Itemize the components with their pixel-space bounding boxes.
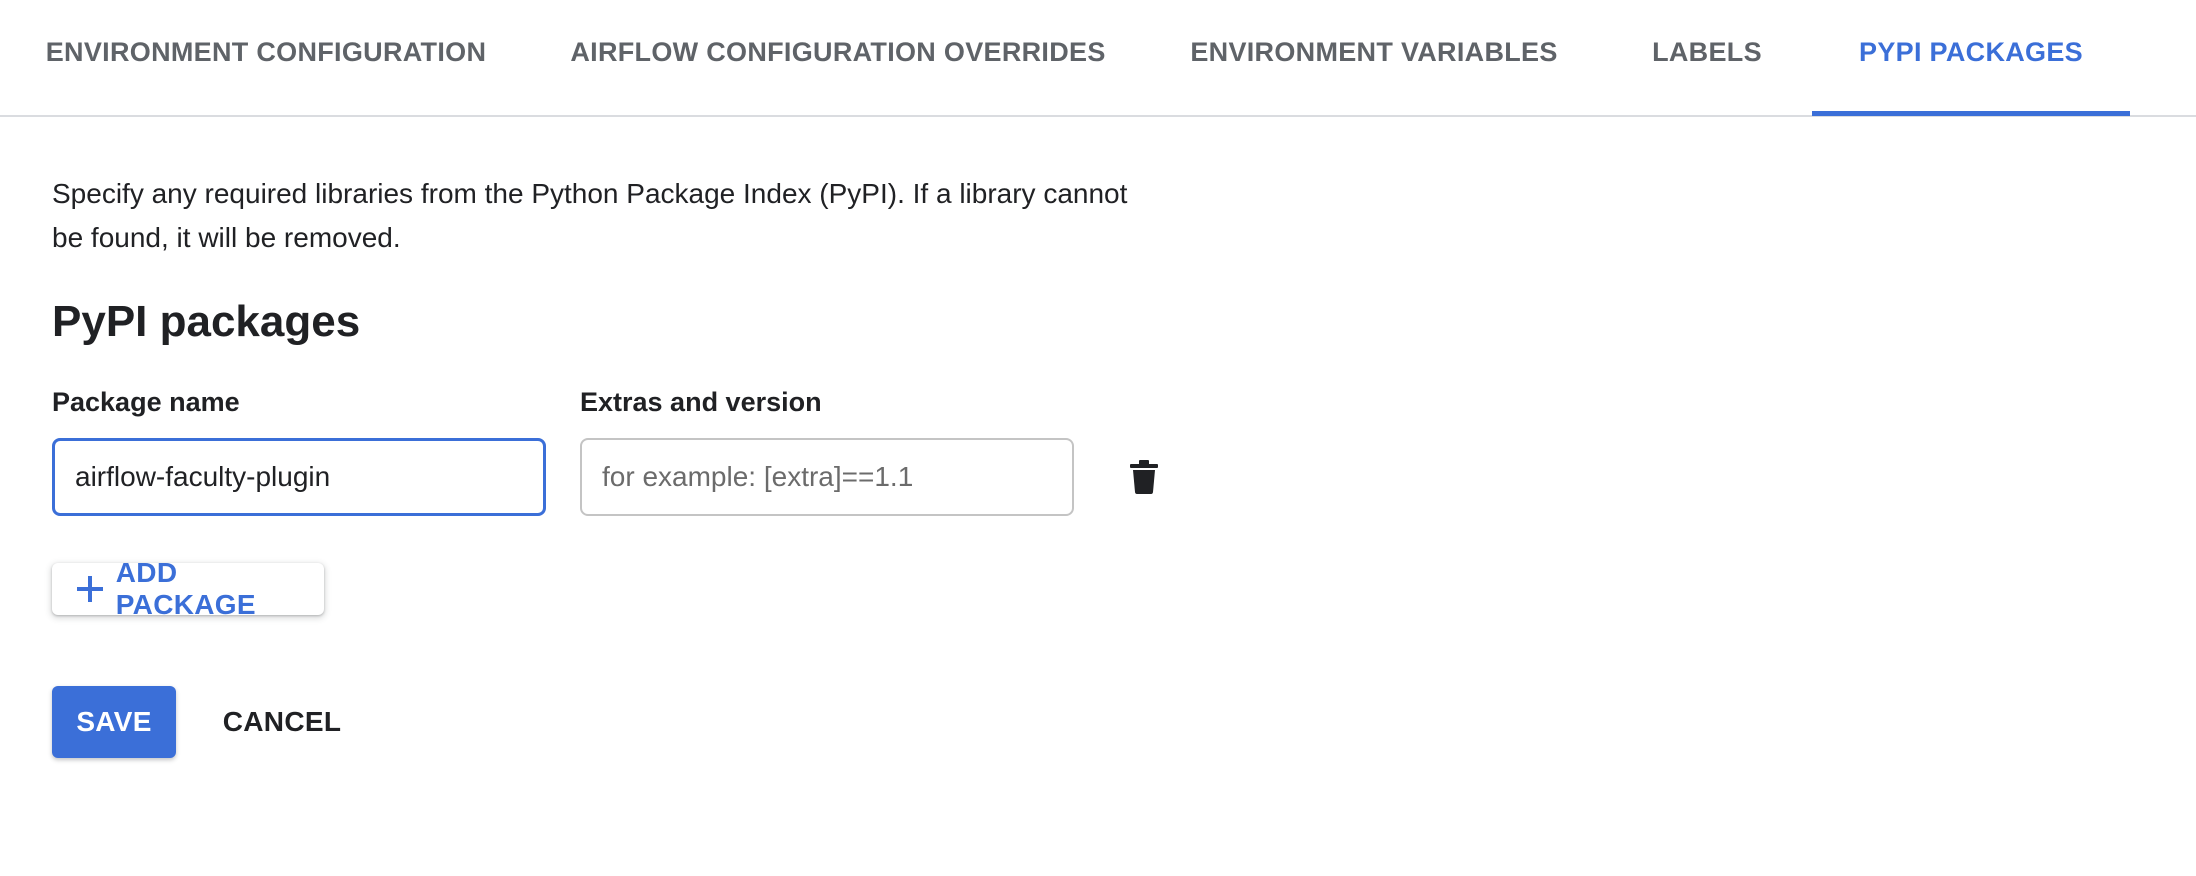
add-package-button[interactable]: ADD PACKAGE	[52, 557, 324, 620]
package-name-label: Package name	[52, 387, 240, 417]
delete-package-button[interactable]	[1120, 452, 1168, 502]
package-name-input[interactable]	[52, 438, 546, 516]
tab-environment-configuration[interactable]: ENVIRONMENT CONFIGURATION	[46, 0, 486, 115]
add-package-label: ADD PACKAGE	[115, 557, 256, 620]
plus-icon	[74, 573, 106, 605]
cancel-button[interactable]: CANCEL	[208, 686, 356, 758]
tab-airflow-configuration-overrides[interactable]: AIRFLOW CONFIGURATION OVERRIDES	[570, 0, 1105, 115]
trash-icon	[1130, 460, 1158, 494]
save-button[interactable]: SAVE	[52, 686, 176, 758]
tab-pypi-packages[interactable]: PYPI PACKAGES	[1812, 0, 2130, 115]
section-title: PyPI packages	[52, 297, 361, 346]
tab-bar: ENVIRONMENT CONFIGURATION AIRFLOW CONFIG…	[0, 0, 2196, 117]
page-description: Specify any required libraries from the …	[52, 178, 1128, 253]
extras-version-input[interactable]	[580, 438, 1074, 516]
tab-environment-variables[interactable]: ENVIRONMENT VARIABLES	[1190, 0, 1557, 115]
tab-labels[interactable]: LABELS	[1652, 0, 1762, 115]
active-tab-indicator	[1812, 111, 2130, 116]
extras-version-label: Extras and version	[580, 387, 822, 417]
